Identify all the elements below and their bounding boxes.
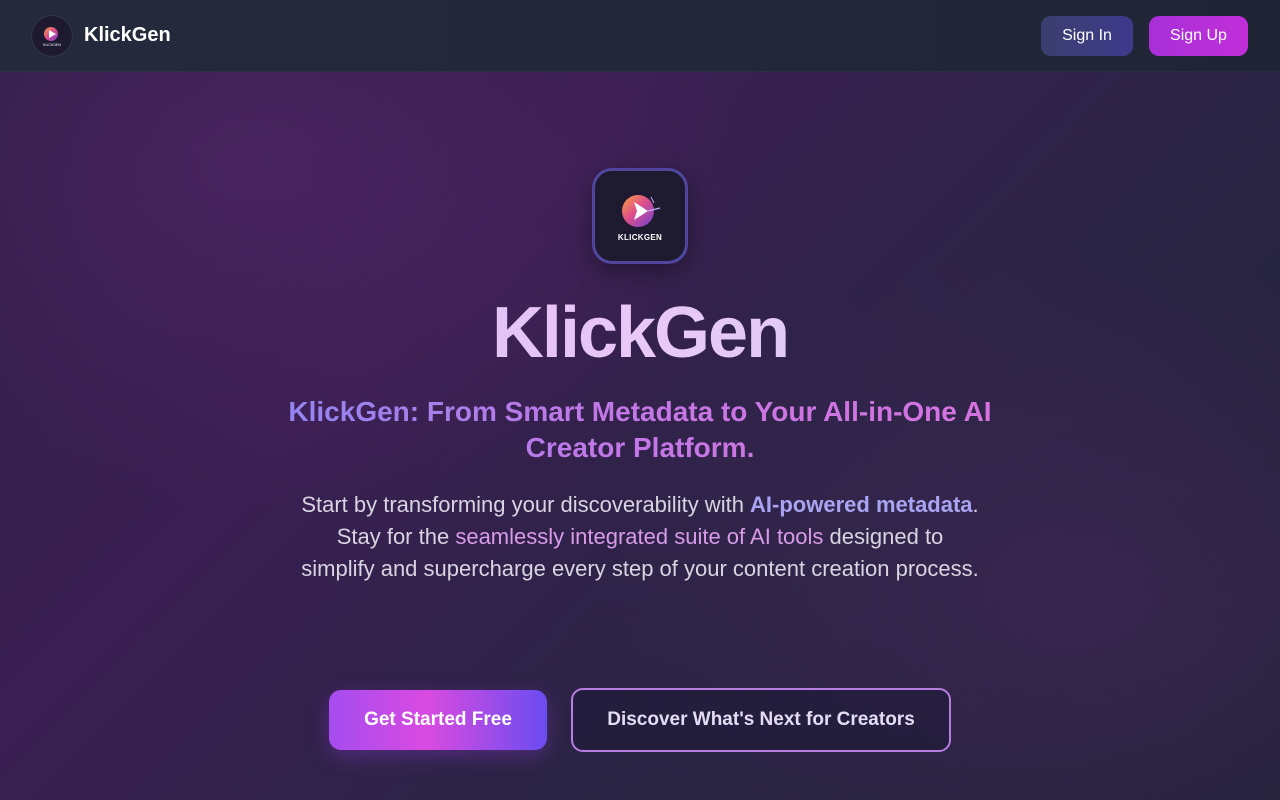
sign-up-button[interactable]: Sign Up [1149, 15, 1248, 56]
sign-in-button[interactable]: Sign In [1041, 15, 1133, 56]
hero-app-icon: KLICKGEN [592, 168, 688, 264]
top-nav-bar: KLICKGEN KlickGen Sign In Sign Up [0, 0, 1280, 72]
description-highlight-metadata: AI-powered metadata [750, 492, 973, 517]
discover-button[interactable]: Discover What's Next for Creators [571, 688, 951, 752]
brand-name: KlickGen [84, 24, 171, 46]
play-orb-icon [622, 194, 661, 227]
hero-subtitle: KlickGen: From Smart Metadata to Your Al… [270, 394, 1010, 466]
brand[interactable]: KLICKGEN KlickGen [32, 15, 171, 56]
hero-logo-text: KLICKGEN [617, 232, 663, 242]
get-started-button[interactable]: Get Started Free [329, 690, 547, 750]
hero-title: KlickGen [0, 292, 1280, 374]
brand-logo-icon: KLICKGEN [32, 15, 72, 56]
svg-text:KLICKGEN: KLICKGEN [43, 43, 61, 47]
nav-actions: Sign In Sign Up [1041, 15, 1248, 56]
description-text: Start by transforming your discoverabili… [301, 492, 751, 517]
description-highlight-tools: seamlessly integrated suite of AI tools [455, 524, 824, 549]
hero-description: Start by transforming your discoverabili… [300, 489, 980, 585]
